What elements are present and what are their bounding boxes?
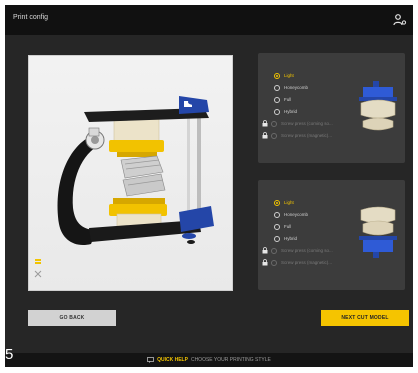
option-label: Honeycomb [284,212,309,217]
option-label: Screw press (coming so... [281,121,333,126]
radio-icon [274,96,280,103]
option-label: Screw press (magnetic)... [281,260,333,265]
next-cut-model-button[interactable]: NEXT CUT MODEL [321,310,409,326]
upper-model-preview [359,81,397,131]
radio-icon [271,259,277,266]
option-light[interactable]: Light [274,71,294,80]
option-light[interactable]: Light [274,198,294,207]
radio-icon [271,132,277,139]
quick-help-bar: QUICK HELP CHOOSE YOUR PRINTING STYLE [5,353,413,367]
radio-icon [274,108,280,115]
page-number: 5 [5,346,14,363]
lock-icon [262,259,268,266]
option-screw-press-magnetic: Screw press (magnetic)... [262,258,332,267]
option-hybrid[interactable]: Hybrid [274,107,297,116]
option-screw-press-coming-soon: Screw press (coming so... [262,246,333,255]
viewport-tools [33,257,45,284]
option-label: Light [284,73,294,78]
option-label: Light [284,200,294,205]
option-hybrid[interactable]: Hybrid [274,234,297,243]
lock-icon [262,132,268,139]
radio-icon [274,72,280,79]
expand-icon[interactable] [33,269,45,279]
option-full[interactable]: Full [274,222,291,231]
support-options-panel-lower: Light Honeycomb Full Hybrid Screw press … [258,180,405,290]
radio-icon [271,120,277,127]
option-full[interactable]: Full [274,95,291,104]
option-label: Hybrid [284,236,298,241]
lock-icon [262,247,268,254]
option-label: Full [284,224,292,229]
option-label: Screw press (magnetic)... [281,133,333,138]
option-honeycomb[interactable]: Honeycomb [274,83,308,92]
lock-icon [262,120,268,127]
radio-icon [274,199,280,206]
option-label: Honeycomb [284,85,309,90]
support-options-panel-upper: Light Honeycomb Full Hybrid Screw press … [258,53,405,163]
go-back-button[interactable]: GO BACK [28,310,116,326]
radio-icon [274,235,280,242]
radio-icon [274,211,280,218]
option-honeycomb[interactable]: Honeycomb [274,210,308,219]
lower-model-preview [359,206,397,258]
option-label: Full [284,97,292,102]
option-screw-press-magnetic: Screw press (magnetic)... [262,131,332,140]
user-settings-icon[interactable] [393,13,407,27]
title-bar: Print config [5,5,413,35]
option-screw-press-coming-soon: Screw press (coming so... [262,119,333,128]
radio-icon [274,223,280,230]
help-chat-icon [147,357,154,363]
quick-help-text: CHOOSE YOUR PRINTING STYLE [190,357,271,363]
quick-help-label: QUICK HELP [157,357,188,363]
option-label: Screw press (coming so... [281,248,333,253]
window-title: Print config [13,14,49,21]
radio-icon [274,84,280,91]
option-label: Hybrid [284,109,298,114]
print-config-window: Print config Light Honeycomb Full Hybrid… [5,5,413,367]
articulator-model [57,96,214,246]
radio-icon [271,247,277,254]
model-viewport[interactable] [28,55,233,291]
